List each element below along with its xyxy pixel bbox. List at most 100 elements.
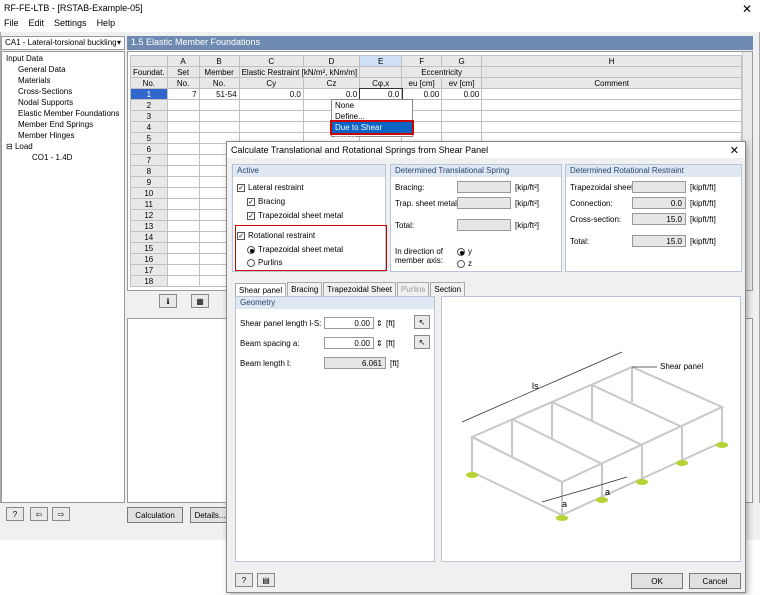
- lateral-restraint-checkbox[interactable]: ✓ Lateral restraint: [237, 183, 304, 192]
- row-number[interactable]: 1: [130, 88, 168, 100]
- forward-icon[interactable]: ⇨: [52, 507, 70, 521]
- row-number[interactable]: 10: [130, 187, 168, 199]
- grid-cell[interactable]: [166, 143, 200, 155]
- dropdown-item-define[interactable]: Define...: [332, 111, 412, 122]
- dropdown-item-none[interactable]: None: [332, 100, 412, 111]
- grid-cell[interactable]: [166, 110, 200, 122]
- pick-icon[interactable]: ↖: [414, 335, 430, 349]
- tree-item[interactable]: Elastic Member Foundations: [18, 109, 119, 118]
- row-number[interactable]: 17: [130, 264, 168, 276]
- dropdown-item-shear-panel[interactable]: Due to Shear Panel...: [330, 120, 414, 143]
- grid-cell[interactable]: [166, 154, 200, 166]
- grid-cell[interactable]: [481, 99, 743, 111]
- tree-load-item[interactable]: CO1 - 1.4D: [32, 153, 72, 162]
- table-row[interactable]: 1 7 51-54 0.0 0.0 0.0 0.00 0.00: [130, 87, 743, 101]
- row-number[interactable]: 3: [130, 110, 168, 122]
- grid-cell[interactable]: [166, 231, 200, 243]
- row-number[interactable]: 11: [130, 198, 168, 210]
- ok-button[interactable]: OK: [631, 573, 683, 589]
- menu-help[interactable]: Help: [97, 18, 116, 32]
- tree-load[interactable]: ⊟ Load: [6, 142, 33, 151]
- purlins-radio[interactable]: Purlins: [247, 258, 282, 267]
- row-number[interactable]: 16: [130, 253, 168, 265]
- calculation-button[interactable]: Calculation: [127, 507, 183, 523]
- grid-cell[interactable]: [198, 99, 240, 111]
- grid-cell[interactable]: [166, 187, 200, 199]
- grid-cell[interactable]: [166, 198, 200, 210]
- grid-cell[interactable]: [166, 99, 200, 111]
- menu-settings[interactable]: Settings: [54, 18, 87, 32]
- grid-cell[interactable]: [238, 121, 304, 133]
- row-number[interactable]: 4: [130, 121, 168, 133]
- grid-cell[interactable]: 0.00: [401, 88, 443, 100]
- grid-cell[interactable]: [198, 121, 240, 133]
- tree-item[interactable]: General Data: [18, 65, 66, 74]
- cancel-button[interactable]: Cancel: [689, 573, 741, 589]
- bracing-checkbox[interactable]: ✓ Bracing: [247, 197, 285, 206]
- units-icon[interactable]: ▤: [257, 573, 275, 587]
- menu-file[interactable]: File: [4, 18, 19, 32]
- tab-section[interactable]: Section: [430, 282, 466, 296]
- row-number[interactable]: 13: [130, 220, 168, 232]
- grid-cell[interactable]: 0.0: [358, 87, 403, 101]
- grid-cell[interactable]: [481, 110, 743, 122]
- grid-cell[interactable]: [166, 264, 200, 276]
- menu-edit[interactable]: Edit: [29, 18, 45, 32]
- pick-icon[interactable]: ↖: [414, 315, 430, 329]
- row-number[interactable]: 14: [130, 231, 168, 243]
- row-number[interactable]: 8: [130, 165, 168, 177]
- collapse-icon[interactable]: ⊟: [6, 142, 15, 151]
- grid-cell[interactable]: [238, 110, 304, 122]
- rot-trap-radio[interactable]: Trapezoidal sheet metal: [247, 245, 343, 254]
- details-button[interactable]: Details...: [190, 507, 230, 523]
- table-row[interactable]: 4: [130, 121, 743, 133]
- tree-root[interactable]: Input Data: [6, 54, 43, 63]
- row-number[interactable]: 2: [130, 99, 168, 111]
- tab-shear-panel[interactable]: Shear panel: [235, 283, 287, 297]
- grid-cell[interactable]: [166, 121, 200, 133]
- grid-cell[interactable]: [166, 165, 200, 177]
- row-number[interactable]: 9: [130, 176, 168, 188]
- grid-cell[interactable]: [166, 132, 200, 144]
- grid-cell[interactable]: [166, 176, 200, 188]
- grid-cell[interactable]: [166, 220, 200, 232]
- trap-sheet-checkbox[interactable]: ✓ Trapezoidal sheet metal: [247, 211, 343, 220]
- stepper-icon[interactable]: ⇕: [376, 319, 383, 328]
- row-number[interactable]: 15: [130, 242, 168, 254]
- grid-cell[interactable]: [481, 121, 743, 133]
- stepper-icon[interactable]: ⇕: [376, 339, 383, 348]
- shear-panel-length-input[interactable]: 0.00: [324, 317, 374, 329]
- grid-cell[interactable]: [166, 275, 200, 287]
- rotational-restraint-checkbox[interactable]: ✓ Rotational restraint: [237, 231, 315, 240]
- grid-cell[interactable]: 0.00: [441, 88, 483, 100]
- table-row[interactable]: 3: [130, 110, 743, 122]
- row-number[interactable]: 7: [130, 154, 168, 166]
- grid-cell[interactable]: [441, 110, 483, 122]
- grid-cell[interactable]: [166, 209, 200, 221]
- help-icon[interactable]: ?: [6, 507, 24, 521]
- export-icon[interactable]: ▦: [191, 294, 209, 308]
- grid-cell[interactable]: [166, 242, 200, 254]
- beam-spacing-input[interactable]: 0.00: [324, 337, 374, 349]
- tab-trapezoidal-sheet[interactable]: Trapezoidal Sheet: [323, 282, 396, 296]
- direction-z-radio[interactable]: z: [457, 259, 472, 268]
- tree-item[interactable]: Member Hinges: [18, 131, 74, 140]
- info-icon[interactable]: ℹ: [159, 294, 177, 308]
- tree-item[interactable]: Cross-Sections: [18, 87, 72, 96]
- grid-cell[interactable]: 0.0: [238, 88, 304, 100]
- tree-item[interactable]: Nodal Supports: [18, 98, 73, 107]
- grid-cell[interactable]: [238, 99, 304, 111]
- grid-cell[interactable]: 51-54: [198, 88, 240, 100]
- dialog-help-icon[interactable]: ?: [235, 573, 253, 587]
- grid-cell[interactable]: [198, 110, 240, 122]
- close-icon[interactable]: ✕: [742, 2, 752, 16]
- direction-y-radio[interactable]: y: [457, 247, 472, 256]
- grid-cell[interactable]: 7: [166, 88, 200, 100]
- case-selector[interactable]: CA1 - Lateral-torsional buckling ▾: [1, 36, 125, 50]
- tree-item[interactable]: Materials: [18, 76, 50, 85]
- tree-item[interactable]: Member End Springs: [18, 120, 93, 129]
- row-number[interactable]: 18: [130, 275, 168, 287]
- grid-cell[interactable]: [441, 99, 483, 111]
- grid-cell[interactable]: 0.0: [302, 88, 361, 100]
- grid-cell[interactable]: [441, 121, 483, 133]
